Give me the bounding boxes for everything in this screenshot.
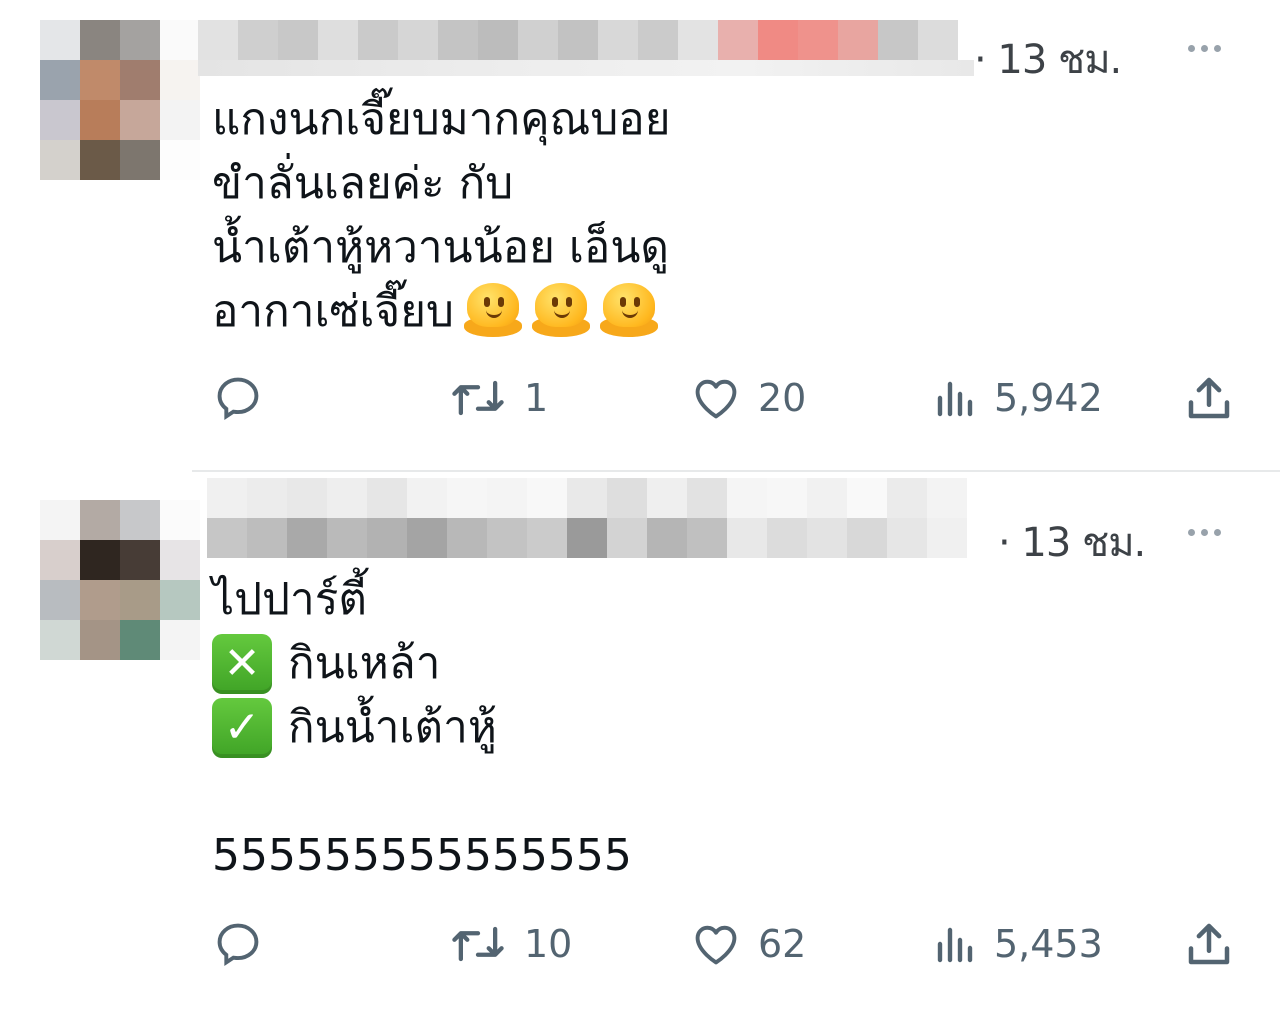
- tweet-card[interactable]: · 13 ชม. แกงนกเจี๊ยบมากคุณบอย ขำลั่นเลยค…: [0, 0, 1280, 470]
- tweet-card[interactable]: · 13 ชม. ไปปาร์ตี้ ✕ กินเหล้า ✓ กินน้ำเต…: [0, 472, 1280, 1011]
- like-button[interactable]: 20: [690, 368, 806, 428]
- views-chart-icon: [937, 381, 973, 417]
- tweet-text-line: อากาเซ่เจี๊ยบ: [212, 286, 454, 337]
- tweet-text-line: 555555555555555: [212, 830, 632, 881]
- retweet-count: 1: [524, 376, 549, 420]
- tweet-text: ไปปาร์ตี้ ✕ กินเหล้า ✓ กินน้ำเต้าหู้ 555…: [212, 568, 632, 888]
- retweet-icon: [452, 380, 504, 416]
- handle-blurred: [207, 518, 967, 558]
- avatar[interactable]: [40, 20, 200, 180]
- tweet-text-line: ขำลั่นเลยค่ะ กับ: [212, 158, 514, 209]
- share-icon: [1188, 923, 1230, 965]
- share-icon: [1188, 377, 1230, 419]
- like-count: 20: [758, 376, 807, 420]
- views-chart-icon: [937, 927, 973, 963]
- check-mark-button-icon: ✓: [212, 698, 272, 758]
- tweet-text-line-with-icon: ✓ กินน้ำเต้าหู้: [212, 696, 632, 760]
- like-count: 62: [758, 922, 807, 966]
- views-button[interactable]: 5,453: [930, 914, 1103, 974]
- tweet-actions: 10 62 5,453: [212, 914, 1242, 974]
- views-count: 5,942: [994, 376, 1103, 420]
- reply-button[interactable]: [212, 914, 280, 974]
- share-button[interactable]: [1182, 914, 1236, 974]
- more-options-icon[interactable]: [1188, 45, 1221, 52]
- tweet-text-line: กินเหล้า: [288, 638, 441, 689]
- avatar[interactable]: [40, 500, 200, 660]
- display-name-blurred[interactable]: [198, 20, 958, 60]
- retweet-icon: [452, 926, 504, 962]
- retweet-button[interactable]: 1: [448, 368, 548, 428]
- melting-face-emoji-icon: [599, 283, 658, 341]
- tweet-text-line: น้ำเต้าหู้หวานน้อย เอ็นดู: [212, 222, 669, 273]
- tweet-text-line: แกงนกเจี๊ยบมากคุณบอย: [212, 94, 671, 145]
- heart-icon: [695, 925, 737, 965]
- retweet-button[interactable]: 10: [448, 914, 572, 974]
- display-name-blurred[interactable]: [207, 478, 967, 518]
- tweet-text-blank-line: [212, 760, 632, 824]
- retweet-count: 10: [524, 922, 573, 966]
- like-button[interactable]: 62: [690, 914, 806, 974]
- share-button[interactable]: [1182, 368, 1236, 428]
- tweet-text-line-with-icon: ✕ กินเหล้า: [212, 632, 632, 696]
- melting-face-emoji-icon: [463, 283, 522, 341]
- tweet-actions: 1 20 5,942: [212, 368, 1242, 428]
- timestamp[interactable]: · 13 ชม.: [974, 27, 1122, 91]
- more-options-icon[interactable]: [1188, 529, 1221, 536]
- views-button[interactable]: 5,942: [930, 368, 1103, 428]
- reply-icon: [217, 923, 259, 967]
- cross-mark-button-icon: ✕: [212, 634, 272, 694]
- timestamp[interactable]: · 13 ชม.: [998, 510, 1146, 574]
- tweet-text: แกงนกเจี๊ยบมากคุณบอย ขำลั่นเลยค่ะ กับ น้…: [212, 88, 670, 344]
- reply-button[interactable]: [212, 368, 280, 428]
- views-count: 5,453: [994, 922, 1103, 966]
- tweet-text-line: กินน้ำเต้าหู้: [288, 702, 497, 753]
- tweet-text-line: ไปปาร์ตี้: [212, 574, 367, 625]
- tweet-text-line-with-emoji: อากาเซ่เจี๊ยบ: [212, 280, 670, 344]
- melting-face-emoji-icon: [531, 283, 590, 341]
- reply-icon: [217, 377, 259, 421]
- handle-blurred: [198, 60, 974, 76]
- heart-icon: [695, 379, 737, 419]
